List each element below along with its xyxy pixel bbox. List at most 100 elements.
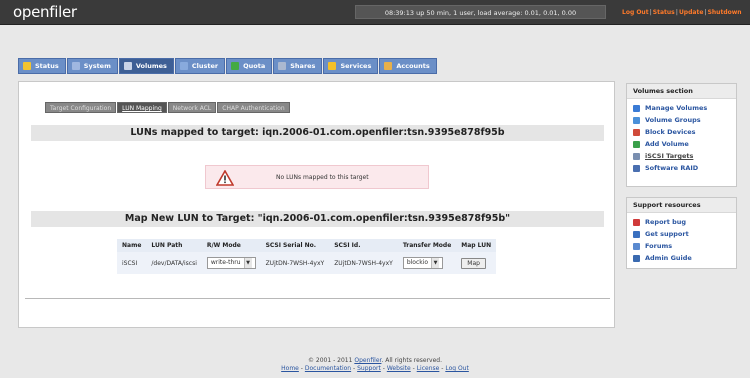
footer-website-link[interactable]: Website bbox=[387, 365, 411, 372]
copyright-prefix: © 2001 - 2011 bbox=[308, 357, 355, 364]
tab-system[interactable]: System bbox=[66, 58, 118, 74]
support-resources-list: Report bug Get support Forums Admin Guid… bbox=[627, 213, 736, 267]
footer-documentation-link[interactable]: Documentation bbox=[305, 365, 351, 372]
tab-services[interactable]: Services bbox=[323, 58, 379, 74]
column-header: Name bbox=[117, 239, 147, 252]
sidebar-item-get-support[interactable]: Get support bbox=[633, 228, 730, 240]
volumes-icon bbox=[123, 62, 132, 70]
divider bbox=[25, 298, 610, 299]
table-header-row: Name LUN Path R/W Mode SCSI Serial No. S… bbox=[117, 239, 497, 252]
iscsi-targets-icon bbox=[633, 152, 640, 160]
rw-mode-select[interactable]: write-thru ▼ bbox=[206, 257, 256, 269]
sidebar-item-label: Add Volume bbox=[645, 140, 689, 148]
column-header: R/W Mode bbox=[201, 239, 261, 252]
sidebar-item-label: Volume Groups bbox=[645, 116, 701, 124]
footer-home-link[interactable]: Home bbox=[281, 365, 299, 372]
uptime-status: 08:39:13 up 50 min, 1 user, load average… bbox=[355, 5, 606, 19]
shutdown-link[interactable]: Shutdown bbox=[708, 9, 742, 16]
software-raid-icon bbox=[633, 164, 640, 172]
column-header: SCSI Id. bbox=[329, 239, 398, 252]
map-lun-table: Name LUN Path R/W Mode SCSI Serial No. S… bbox=[117, 239, 497, 274]
transfer-mode-cell: blockio ▼ bbox=[397, 252, 457, 274]
footer-license-link[interactable]: License bbox=[417, 365, 440, 372]
tab-label: Shares bbox=[290, 62, 316, 70]
block-devices-icon bbox=[633, 128, 640, 136]
column-header: Map LUN bbox=[456, 239, 497, 252]
admin-guide-icon bbox=[633, 254, 640, 262]
accounts-icon bbox=[384, 62, 393, 70]
report-bug-icon bbox=[633, 218, 640, 226]
tab-quota[interactable]: Quota bbox=[226, 58, 273, 74]
subtab-network-acl[interactable]: Network ACL bbox=[167, 102, 217, 113]
lun-path: /dev/DATA/iscsi bbox=[146, 252, 202, 274]
no-luns-notice: No LUNs mapped to this target bbox=[205, 165, 429, 189]
main-panel: Target Configuration LUN Mapping Network… bbox=[18, 81, 615, 328]
tab-accounts[interactable]: Accounts bbox=[379, 58, 437, 74]
luns-mapped-heading: LUNs mapped to target: iqn.2006-01.com.o… bbox=[31, 125, 604, 141]
subtabs: Target Configuration LUN Mapping Network… bbox=[45, 102, 291, 113]
sidebar-item-volume-groups[interactable]: Volume Groups bbox=[633, 114, 730, 126]
tab-label: Services bbox=[340, 62, 372, 70]
tab-status[interactable]: Status bbox=[18, 58, 66, 74]
lun-name: iSCSI bbox=[117, 252, 147, 274]
main-tabs: Status System Volumes Cluster Quota Shar… bbox=[18, 58, 438, 74]
sidebar-item-label: Admin Guide bbox=[645, 254, 692, 262]
tab-cluster[interactable]: Cluster bbox=[174, 58, 226, 74]
footer-logout-link[interactable]: Log Out bbox=[445, 365, 469, 372]
manage-volumes-icon bbox=[633, 104, 640, 112]
transfer-mode-select[interactable]: blockio ▼ bbox=[402, 257, 444, 269]
map-cell: Map bbox=[456, 252, 497, 274]
sidebar-item-label: Report bug bbox=[645, 218, 687, 226]
subtab-lun-mapping[interactable]: LUN Mapping bbox=[117, 102, 167, 113]
update-link[interactable]: Update bbox=[679, 9, 703, 16]
add-volume-icon bbox=[633, 140, 640, 148]
logout-link[interactable]: Log Out bbox=[622, 9, 649, 16]
sidebar-item-forums[interactable]: Forums bbox=[633, 240, 730, 252]
column-header: Transfer Mode bbox=[397, 239, 457, 252]
footer-links: Home - Documentation - Support - Website… bbox=[281, 365, 469, 372]
openfiler-link[interactable]: Openfiler bbox=[354, 357, 381, 364]
rw-mode-value: write-thru bbox=[210, 259, 241, 266]
status-link[interactable]: Status bbox=[653, 9, 675, 16]
tab-volumes[interactable]: Volumes bbox=[118, 58, 174, 74]
map-button[interactable]: Map bbox=[461, 257, 486, 269]
sidebar-item-add-volume[interactable]: Add Volume bbox=[633, 138, 730, 150]
subtab-target-configuration[interactable]: Target Configuration bbox=[45, 102, 117, 113]
sidebar-item-label: Software RAID bbox=[645, 164, 699, 172]
table-row: iSCSI /dev/DATA/iscsi write-thru ▼ ZUjtDN… bbox=[117, 252, 497, 274]
tab-label: Accounts bbox=[396, 62, 430, 70]
sidebar-item-manage-volumes[interactable]: Manage Volumes bbox=[633, 102, 730, 114]
column-header: SCSI Serial No. bbox=[260, 239, 330, 252]
footer: © 2001 - 2011 Openfiler. All rights rese… bbox=[0, 357, 750, 373]
tab-label: Cluster bbox=[191, 62, 219, 70]
no-luns-message: No LUNs mapped to this target bbox=[276, 174, 369, 181]
sidebar-item-label: Get support bbox=[645, 230, 689, 238]
sidebar-item-software-raid[interactable]: Software RAID bbox=[633, 162, 730, 174]
subtab-chap-authentication[interactable]: CHAP Authentication bbox=[217, 102, 290, 113]
tab-shares[interactable]: Shares bbox=[273, 58, 323, 74]
copyright: © 2001 - 2011 Openfiler. All rights rese… bbox=[0, 357, 750, 365]
chevron-down-icon: ▼ bbox=[431, 258, 440, 268]
tab-label: Quota bbox=[243, 62, 266, 70]
top-links: Log Out|Status|Update|Shutdown bbox=[622, 9, 742, 16]
chevron-down-icon: ▼ bbox=[243, 258, 252, 268]
sidebar-item-iscsi-targets[interactable]: iSCSI Targets bbox=[633, 150, 730, 162]
app-logo: openfiler bbox=[13, 3, 77, 21]
sidebar-item-label: Manage Volumes bbox=[645, 104, 708, 112]
sidebar-item-admin-guide[interactable]: Admin Guide bbox=[633, 252, 730, 264]
tab-label: Status bbox=[35, 62, 59, 70]
tab-label: System bbox=[83, 62, 111, 70]
footer-support-link[interactable]: Support bbox=[357, 365, 381, 372]
volumes-section-list: Manage Volumes Volume Groups Block Devic… bbox=[627, 99, 736, 177]
sidebar-item-label: iSCSI Targets bbox=[645, 152, 694, 160]
warning-icon bbox=[216, 170, 234, 186]
tab-label: Volumes bbox=[135, 62, 167, 70]
volumes-section-box: Volumes section Manage Volumes Volume Gr… bbox=[626, 83, 737, 187]
copyright-suffix: . All rights reserved. bbox=[381, 357, 442, 364]
sidebar-item-block-devices[interactable]: Block Devices bbox=[633, 126, 730, 138]
support-resources-title: Support resources bbox=[627, 198, 736, 213]
cluster-icon bbox=[179, 62, 188, 70]
sidebar-item-label: Forums bbox=[645, 242, 673, 250]
forums-icon bbox=[633, 242, 640, 250]
sidebar-item-report-bug[interactable]: Report bug bbox=[633, 216, 730, 228]
